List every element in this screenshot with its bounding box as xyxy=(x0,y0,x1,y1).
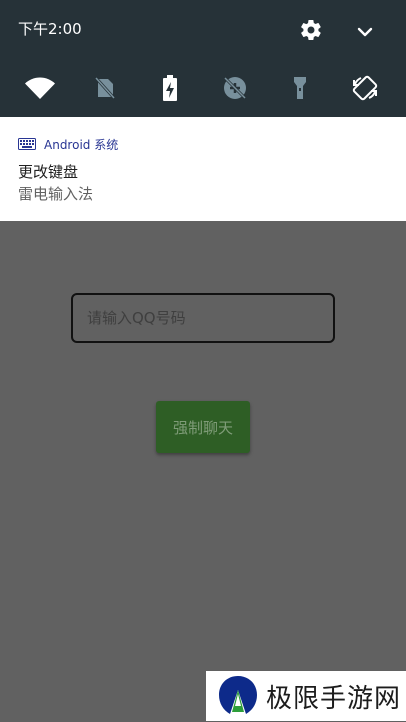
battery-charging-icon[interactable] xyxy=(154,72,186,104)
chevron-down-icon[interactable] xyxy=(353,20,377,44)
app-content: 强制聊天 xyxy=(0,221,406,721)
notification-app-name: Android 系统 xyxy=(44,138,119,152)
status-time: 下午2:00 xyxy=(18,20,82,38)
watermark-text: 极限手游网 xyxy=(266,683,402,714)
quick-tiles-row xyxy=(0,72,406,104)
watermark: 极限手游网 xyxy=(206,671,406,721)
data-saver-off-icon[interactable] xyxy=(219,72,251,104)
notification-card[interactable]: Android 系统 更改键盘 雷电输入法 xyxy=(0,117,406,221)
watermark-logo-icon xyxy=(216,674,260,718)
flashlight-icon[interactable] xyxy=(284,72,316,104)
auto-rotate-icon[interactable] xyxy=(349,72,381,104)
quick-settings-panel: 下午2:00 xyxy=(0,0,406,117)
notification-title: 更改键盘 xyxy=(18,163,79,181)
force-chat-button[interactable]: 强制聊天 xyxy=(156,401,250,453)
gear-icon[interactable] xyxy=(299,18,323,42)
wifi-icon[interactable] xyxy=(24,72,56,104)
sim-off-icon[interactable] xyxy=(89,72,121,104)
keyboard-icon xyxy=(18,135,36,154)
qq-number-input[interactable] xyxy=(71,293,335,343)
notification-header: Android 系统 xyxy=(18,135,118,154)
notification-text: 雷电输入法 xyxy=(18,185,94,203)
